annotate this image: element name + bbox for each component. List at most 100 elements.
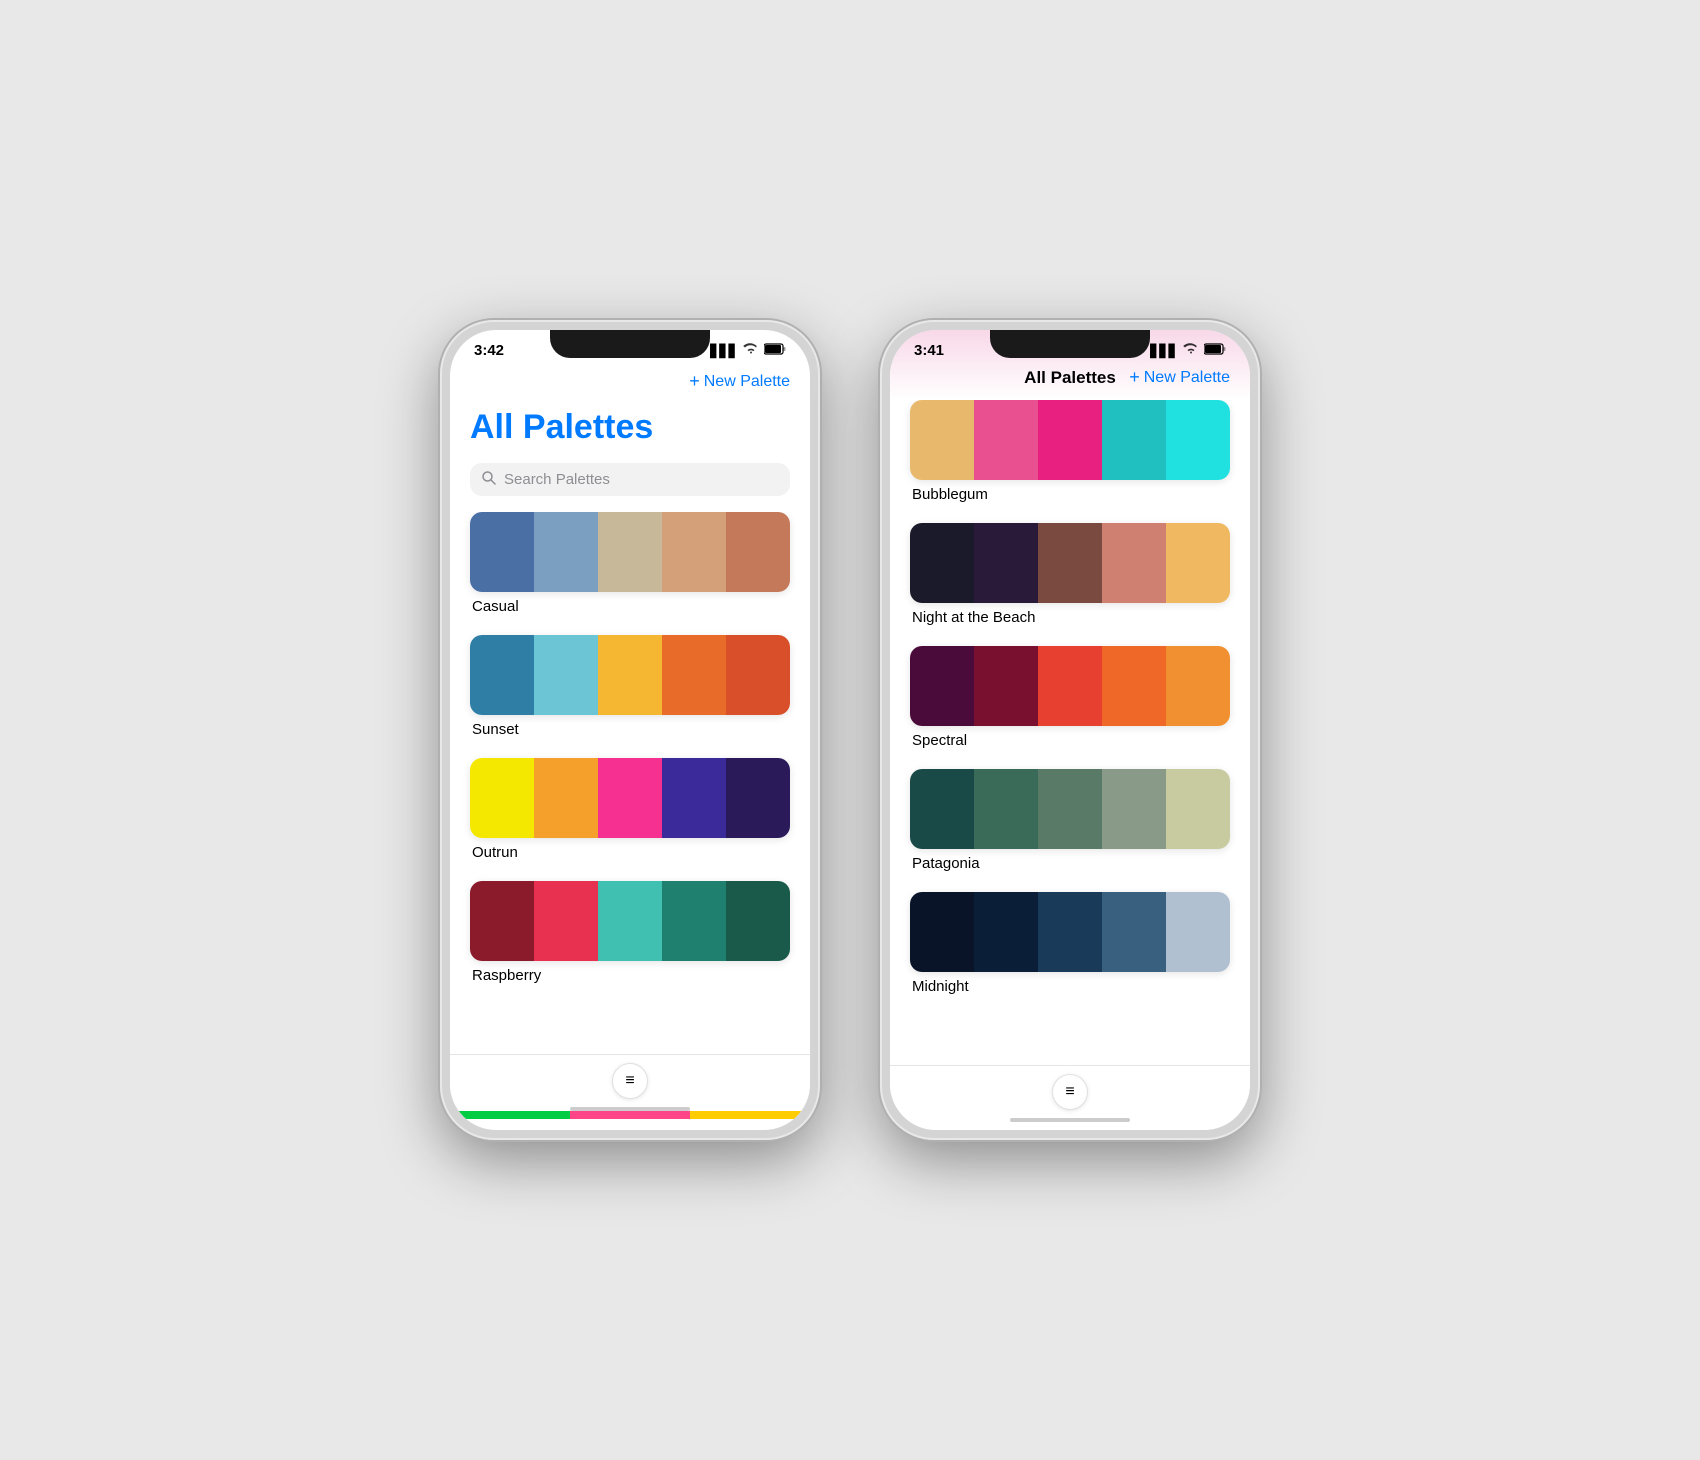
color-block xyxy=(534,881,598,961)
color-block xyxy=(974,892,1038,972)
palette-name-midnight: Midnight xyxy=(910,978,1230,995)
color-block xyxy=(910,769,974,849)
color-block xyxy=(662,512,726,592)
notch-1 xyxy=(550,330,710,358)
palette-item-casual[interactable]: Casual xyxy=(470,512,790,615)
palette-swatch-outrun xyxy=(470,758,790,838)
bottom-color-pink xyxy=(570,1111,690,1119)
color-block xyxy=(662,758,726,838)
search-placeholder-1: Search Palettes xyxy=(504,471,610,488)
color-block xyxy=(1166,892,1230,972)
phone-1: 3:42 ▋▋▋ + New Palette All Palettes xyxy=(440,320,820,1140)
color-block xyxy=(1166,523,1230,603)
color-block xyxy=(1102,892,1166,972)
signal-icon-2: ▋▋▋ xyxy=(1150,344,1178,358)
search-bar-1[interactable]: Search Palettes xyxy=(470,463,790,496)
nav-bar-2: All Palettes + New Palette xyxy=(890,363,1250,400)
home-indicator-2 xyxy=(1010,1118,1130,1122)
color-block xyxy=(974,769,1038,849)
palette-item-midnight[interactable]: Midnight xyxy=(910,892,1230,995)
color-block xyxy=(1102,769,1166,849)
status-icons-1: ▋▋▋ xyxy=(710,343,786,358)
tab-list-icon-1[interactable]: ≡ xyxy=(612,1063,648,1099)
color-block xyxy=(1102,523,1166,603)
color-block xyxy=(1038,400,1102,480)
bottom-color-yellow xyxy=(690,1111,810,1119)
status-time-2: 3:41 xyxy=(914,342,944,359)
color-block xyxy=(974,400,1038,480)
palette-name-spectral: Spectral xyxy=(910,732,1230,749)
new-palette-label-1: New Palette xyxy=(704,373,790,391)
tab-list-icon-2[interactable]: ≡ xyxy=(1052,1074,1088,1110)
color-block xyxy=(1166,769,1230,849)
color-block xyxy=(910,400,974,480)
search-icon-1 xyxy=(482,471,496,488)
color-block xyxy=(1166,646,1230,726)
palette-item-raspberry[interactable]: Raspberry xyxy=(470,881,790,984)
new-palette-label-2: New Palette xyxy=(1144,369,1230,387)
palette-name-night-beach: Night at the Beach xyxy=(910,609,1230,626)
color-block xyxy=(470,635,534,715)
new-palette-button-1[interactable]: + New Palette xyxy=(689,371,790,392)
color-block xyxy=(726,758,790,838)
palette-swatch-raspberry xyxy=(470,881,790,961)
palette-swatch-sunset xyxy=(470,635,790,715)
palette-swatch-spectral xyxy=(910,646,1230,726)
color-block xyxy=(1102,646,1166,726)
color-block xyxy=(534,758,598,838)
color-block xyxy=(726,635,790,715)
palette-name-sunset: Sunset xyxy=(470,721,790,738)
plus-icon-2: + xyxy=(1129,367,1140,388)
notch-2 xyxy=(990,330,1150,358)
screen-1: + New Palette All Palettes Search Palett… xyxy=(450,363,810,1119)
nav-bar-1: + New Palette xyxy=(450,363,810,400)
color-block xyxy=(910,523,974,603)
palette-name-outrun: Outrun xyxy=(470,844,790,861)
color-block xyxy=(1038,523,1102,603)
new-palette-button-2[interactable]: + New Palette xyxy=(1129,367,1230,388)
plus-icon-1: + xyxy=(689,371,700,392)
color-block xyxy=(1038,646,1102,726)
color-block xyxy=(662,635,726,715)
wifi-icon-1 xyxy=(743,343,759,358)
color-block xyxy=(470,881,534,961)
palette-name-bubblegum: Bubblegum xyxy=(910,486,1230,503)
color-block xyxy=(974,523,1038,603)
home-indicator-1 xyxy=(570,1107,690,1111)
palette-swatch-bubblegum xyxy=(910,400,1230,480)
palette-item-outrun[interactable]: Outrun xyxy=(470,758,790,861)
palette-item-patagonia[interactable]: Patagonia xyxy=(910,769,1230,872)
page-title-1: All Palettes xyxy=(450,400,810,463)
palette-swatch-midnight xyxy=(910,892,1230,972)
color-block xyxy=(534,512,598,592)
palette-name-casual: Casual xyxy=(470,598,790,615)
palette-item-night-beach[interactable]: Night at the Beach xyxy=(910,523,1230,626)
wifi-icon-2 xyxy=(1183,343,1199,358)
palette-item-spectral[interactable]: Spectral xyxy=(910,646,1230,749)
palette-list-2: Bubblegum Night at the Beach xyxy=(890,400,1250,1100)
color-block xyxy=(974,646,1038,726)
color-block xyxy=(470,512,534,592)
color-block xyxy=(534,635,598,715)
color-block xyxy=(598,635,662,715)
color-block xyxy=(910,646,974,726)
palette-list-1: Casual Sunset xyxy=(450,512,810,1088)
palette-item-sunset[interactable]: Sunset xyxy=(470,635,790,738)
color-block xyxy=(1038,769,1102,849)
color-block xyxy=(470,758,534,838)
color-block xyxy=(598,512,662,592)
palette-swatch-casual xyxy=(470,512,790,592)
bottom-color-green xyxy=(450,1111,570,1119)
nav-title-2: All Palettes xyxy=(1024,368,1116,388)
palette-name-raspberry: Raspberry xyxy=(470,967,790,984)
battery-icon-2 xyxy=(1204,343,1226,358)
color-block xyxy=(1166,400,1230,480)
status-icons-2: ▋▋▋ xyxy=(1150,343,1226,358)
status-time-1: 3:42 xyxy=(474,342,504,359)
color-block xyxy=(1038,892,1102,972)
palette-item-bubblegum[interactable]: Bubblegum xyxy=(910,400,1230,503)
color-block xyxy=(726,881,790,961)
palette-swatch-night-beach xyxy=(910,523,1230,603)
palette-name-patagonia: Patagonia xyxy=(910,855,1230,872)
palette-swatch-patagonia xyxy=(910,769,1230,849)
